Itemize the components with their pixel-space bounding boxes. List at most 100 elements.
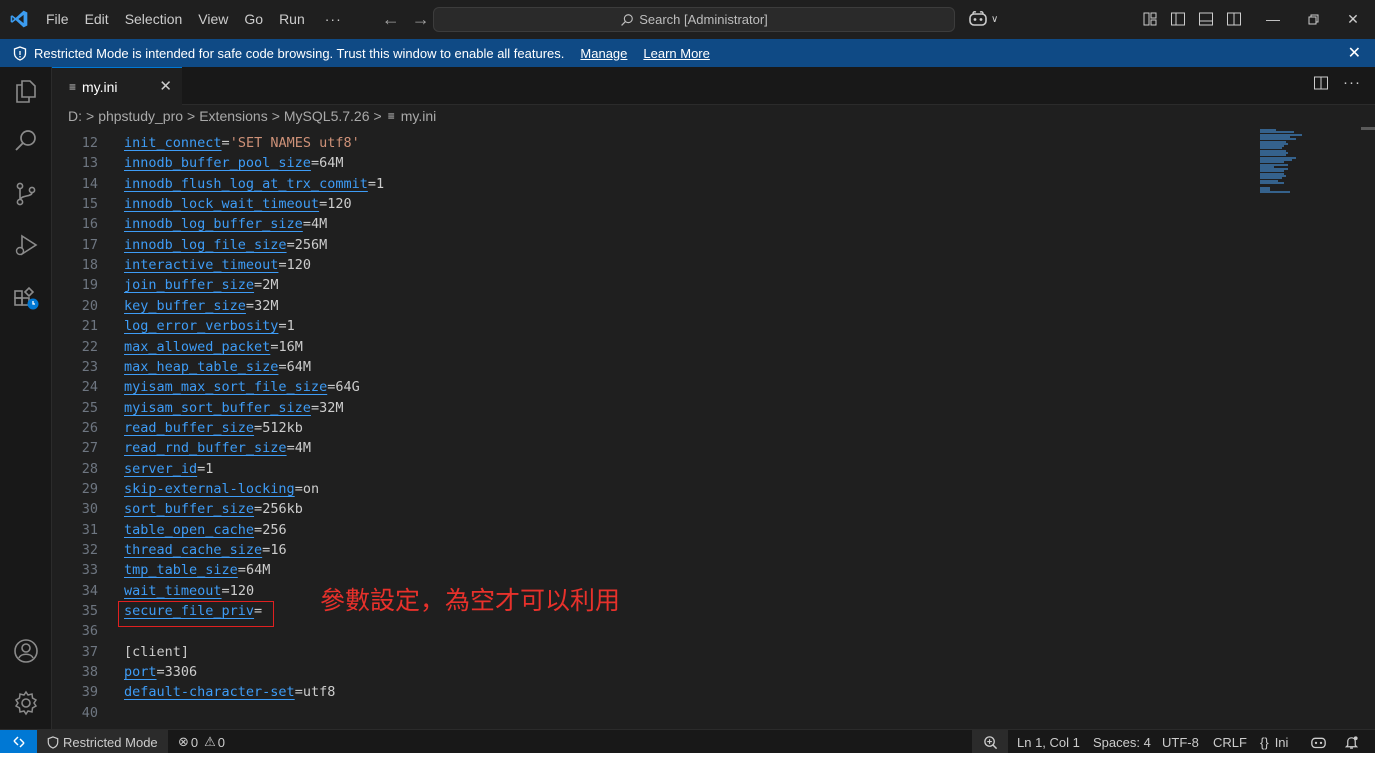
config-value: 256 — [262, 521, 287, 538]
back-arrow-icon[interactable]: ← — [376, 9, 406, 30]
split-editor-icon[interactable] — [1313, 75, 1329, 96]
equals-sign: = — [254, 277, 263, 294]
minimize-icon[interactable]: — — [1253, 0, 1293, 38]
notifications-bell-icon[interactable] — [1344, 730, 1359, 754]
breadcrumb-item[interactable]: my.ini — [401, 108, 437, 124]
breadcrumb-item[interactable]: MySQL5.7.26 — [284, 108, 370, 124]
line-number: 36 — [81, 623, 98, 640]
menu-run[interactable]: Run — [271, 0, 313, 38]
code-line: 34 wait_timeout=120 — [52, 581, 1252, 601]
breadcrumb-item[interactable]: Extensions — [199, 108, 267, 124]
manage-link[interactable]: Manage — [580, 46, 627, 61]
config-value: 120 — [286, 257, 311, 274]
command-center-search[interactable]: Search [Administrator] — [433, 7, 955, 32]
equals-sign: = — [245, 297, 255, 314]
restricted-mode-banner: Restricted Mode is intended for safe cod… — [0, 39, 1375, 67]
indentation[interactable]: Spaces: 4 — [1093, 730, 1151, 754]
config-value: utf8 — [302, 684, 336, 701]
editor-actions: ··· — [1313, 75, 1361, 96]
toggle-primary-sidebar-icon[interactable] — [1164, 0, 1192, 38]
copilot-status-icon[interactable] — [1310, 730, 1327, 754]
section-header: [client] — [124, 643, 190, 660]
restricted-mode-status[interactable]: Restricted Mode — [37, 730, 168, 754]
config-key: wait_timeout — [124, 582, 222, 599]
equals-sign: = — [278, 358, 287, 375]
menu-selection[interactable]: Selection — [117, 0, 191, 38]
customize-layout-icon[interactable] — [1136, 0, 1164, 38]
config-key: port — [124, 664, 157, 681]
remote-indicator-icon[interactable] — [0, 730, 37, 754]
close-banner-icon[interactable]: ✕ — [1348, 43, 1361, 63]
scrollbar-thumb[interactable] — [1361, 127, 1375, 130]
config-key: skip-external-locking — [124, 480, 295, 497]
code-line: 21 log_error_verbosity=1 — [52, 316, 1252, 336]
config-key: innodb_lock_wait_timeout — [124, 196, 320, 213]
restore-icon[interactable] — [1293, 0, 1333, 38]
extensions-icon[interactable] — [0, 274, 52, 322]
config-key: read_rnd_buffer_size — [124, 440, 287, 457]
equals-sign: = — [310, 155, 320, 172]
config-value: 120 — [229, 582, 255, 599]
tab-my-ini[interactable]: ≡ my.ini ✕ — [52, 67, 182, 105]
accounts-icon[interactable] — [0, 627, 52, 675]
line-number: 40 — [81, 704, 98, 721]
line-content: max_allowed_packet=16M — [124, 337, 303, 357]
cursor-position[interactable]: Ln 1, Col 1 — [1017, 730, 1080, 754]
menu-file[interactable]: File — [38, 0, 77, 38]
line-number: 35 — [81, 603, 98, 620]
config-value: 16 — [270, 542, 287, 558]
config-value: 32M — [319, 399, 344, 416]
config-value: 120 — [327, 196, 352, 213]
menu-edit[interactable]: Edit — [77, 0, 117, 38]
line-content: port=3306 — [124, 662, 197, 682]
zoom-status[interactable] — [972, 730, 1008, 754]
code-editor[interactable]: 12 init_connect='SET NAMES utf8' 13 innodb_… — [52, 127, 1375, 729]
zoom-icon — [983, 735, 997, 749]
copilot-button[interactable]: ∨ — [968, 0, 998, 38]
problems-status[interactable]: ⊗ 0 ⚠ 0 — [178, 730, 225, 754]
config-value: 1 — [375, 175, 385, 192]
settings-gear-icon[interactable] — [0, 679, 52, 727]
code-line: 29 skip-external-locking=on — [52, 479, 1252, 499]
menu-more-button[interactable]: ··· — [313, 11, 354, 27]
run-debug-icon[interactable] — [0, 221, 52, 269]
equals-sign: = — [278, 318, 287, 335]
forward-arrow-icon[interactable]: → — [406, 9, 436, 30]
equals-sign: = — [319, 196, 328, 213]
search-icon[interactable] — [0, 117, 52, 165]
highlight-box — [118, 601, 274, 627]
vertical-scrollbar[interactable] — [1361, 127, 1375, 729]
line-number: 13 — [81, 155, 98, 172]
line-content: [client] — [124, 642, 189, 662]
menu-view[interactable]: View — [190, 0, 236, 38]
toggle-panel-icon[interactable] — [1192, 0, 1220, 38]
end-of-line[interactable]: CRLF — [1213, 730, 1247, 754]
source-control-icon[interactable] — [0, 170, 52, 218]
minimap[interactable] — [1258, 127, 1318, 207]
explorer-icon[interactable] — [0, 67, 52, 115]
config-value: 64M — [319, 155, 344, 172]
equals-sign: = — [156, 664, 165, 681]
line-number: 33 — [81, 562, 98, 579]
chevron-right-icon: > — [187, 108, 196, 124]
line-number: 24 — [81, 379, 98, 396]
shield-icon — [13, 45, 27, 61]
language-mode[interactable]: {} Ini — [1260, 730, 1288, 754]
breadcrumb-item[interactable]: phpstudy_pro — [98, 108, 183, 124]
more-actions-icon[interactable]: ··· — [1343, 75, 1361, 96]
code-line: 18 interactive_timeout=120 — [52, 255, 1252, 275]
close-tab-icon[interactable]: ✕ — [159, 77, 172, 95]
line-content: innodb_log_buffer_size=4M — [124, 214, 327, 234]
breadcrumb-item[interactable]: D: — [68, 108, 82, 124]
code-line: 27 read_rnd_buffer_size=4M — [52, 438, 1252, 458]
line-content: tmp_table_size=64M — [124, 560, 270, 580]
menu-go[interactable]: Go — [236, 0, 271, 38]
config-value: 256kb — [262, 501, 303, 518]
close-window-icon[interactable]: ✕ — [1333, 0, 1373, 38]
toggle-secondary-sidebar-icon[interactable] — [1220, 0, 1248, 38]
minimap-line — [1260, 191, 1290, 194]
code-line: 16 innodb_log_buffer_size=4M — [52, 214, 1252, 234]
encoding[interactable]: UTF-8 — [1162, 730, 1199, 754]
config-key: innodb_log_file_size — [124, 236, 287, 253]
learn-more-link[interactable]: Learn More — [643, 46, 709, 61]
